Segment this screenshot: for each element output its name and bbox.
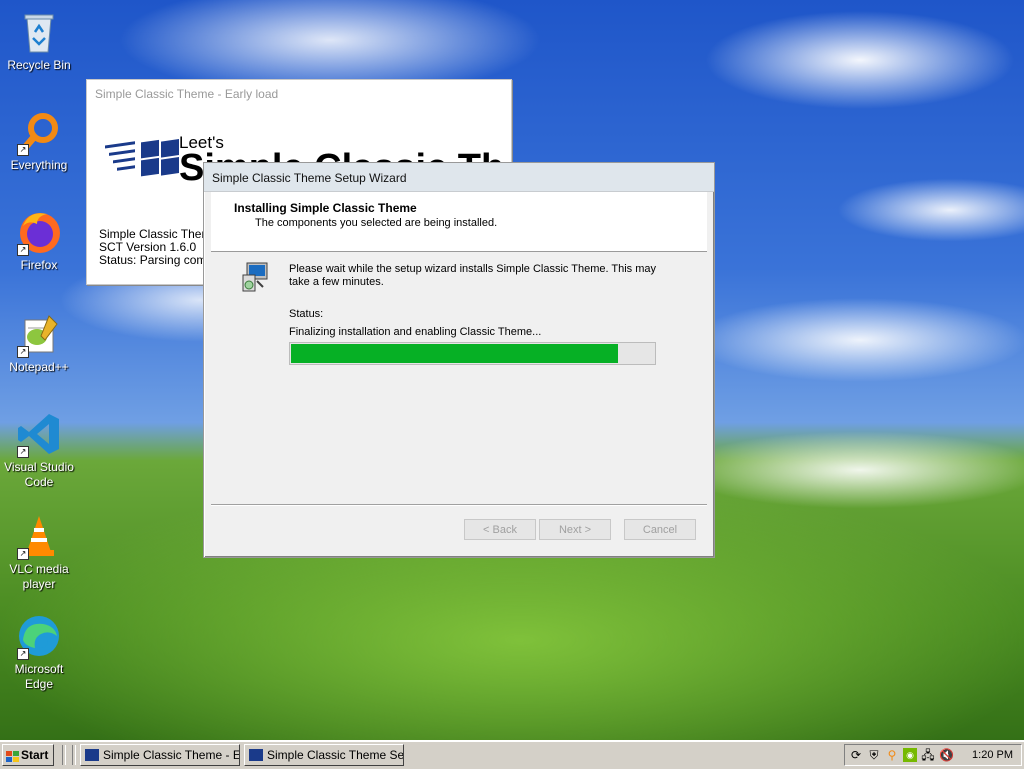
taskbar-task-setup-wizard[interactable]: Simple Classic Theme Set... [244,744,404,766]
shortcut-arrow-icon: ↗ [17,144,29,156]
wizard-heading: Installing Simple Classic Theme [234,201,417,215]
taskbar-separator [62,745,66,765]
desktop-icon-vscode[interactable]: ↗ Visual Studio Code [0,410,78,490]
desktop-icon-recycle-bin[interactable]: Recycle Bin [0,8,78,73]
installer-computer-icon [239,261,271,293]
wizard-title: Simple Classic Theme Setup Wizard [212,171,407,185]
taskbar-separator [72,745,76,765]
refresh-icon[interactable]: ⟳ [849,748,863,762]
shortcut-arrow-icon: ↗ [17,244,29,256]
windows-flag-icon [6,749,20,769]
start-button[interactable]: Start [2,744,54,766]
sct-app-icon [249,749,263,761]
status-label: Status: [289,308,324,320]
system-tray: ⟳ ⛨ ⚲ ◉ 🖧 🔇 1:20 PM [844,744,1022,766]
volume-muted-icon[interactable]: 🔇 [939,748,954,762]
desktop-icon-label: Everything [10,158,68,172]
shield-icon[interactable]: ⛨ [867,748,881,762]
wizard-titlebar[interactable]: Simple Classic Theme Setup Wizard [204,163,714,192]
desktop-icon-label: Microsoft Edge [14,662,64,691]
wizard-body: Please wait while the setup wizard insta… [211,252,707,502]
progress-fill [291,344,618,363]
taskbar: Start Simple Classic Theme - Ea... Simpl… [0,740,1024,769]
vscode-icon: ↗ [15,410,63,458]
taskbar-task-early-load[interactable]: Simple Classic Theme - Ea... [80,744,240,766]
magnifier-icon: ↗ [15,108,63,156]
next-button[interactable]: Next > [539,519,611,540]
desktop-icon-label: Notepad++ [9,360,69,374]
vlc-cone-icon: ↗ [15,512,63,560]
install-progress-bar [289,342,656,365]
nvidia-icon[interactable]: ◉ [903,748,917,762]
back-button[interactable]: < Back [464,519,536,540]
status-text: Finalizing installation and enabling Cla… [289,326,542,338]
notepad-plus-plus-icon: ↗ [15,310,63,358]
task-label: Simple Classic Theme Set... [267,748,404,762]
task-label: Simple Classic Theme - Ea... [103,748,239,762]
desktop-icon-label: Firefox [20,258,58,272]
wizard-header: Installing Simple Classic Theme The comp… [211,192,707,252]
shortcut-arrow-icon: ↗ [17,648,29,660]
desktop-icon-label: Recycle Bin [7,58,71,72]
sct-app-icon [85,749,99,761]
early-load-title: Simple Classic Theme - Early load [95,87,279,101]
start-label: Start [21,748,49,762]
cancel-button[interactable]: Cancel [624,519,696,540]
desktop-icon-firefox[interactable]: ↗ Firefox [0,208,78,273]
setup-wizard-window[interactable]: Simple Classic Theme Setup Wizard Instal… [203,162,715,558]
desktop-icon-edge[interactable]: ↗ Microsoft Edge [0,612,78,692]
recycle-bin-icon [15,8,63,56]
shortcut-arrow-icon: ↗ [17,548,29,560]
firefox-icon: ↗ [15,208,63,256]
wizard-subheading: The components you selected are being in… [255,217,498,229]
clock[interactable]: 1:20 PM [972,749,1013,761]
wizard-separator [211,504,707,506]
desktop-icon-label: VLC media player [9,562,69,591]
magnifier-icon[interactable]: ⚲ [885,748,899,762]
desktop-icon-notepad-plus-plus[interactable]: ↗ Notepad++ [0,310,78,375]
wizard-wait-text: Please wait while the setup wizard insta… [289,263,657,288]
desktop-icon-label: Visual Studio Code [4,460,74,489]
edge-icon: ↗ [15,612,63,660]
shortcut-arrow-icon: ↗ [17,346,29,358]
shortcut-arrow-icon: ↗ [17,446,29,458]
network-icon[interactable]: 🖧 [921,748,935,762]
desktop-icon-everything[interactable]: ↗ Everything [0,108,78,173]
desktop-icon-vlc[interactable]: ↗ VLC media player [0,512,78,592]
